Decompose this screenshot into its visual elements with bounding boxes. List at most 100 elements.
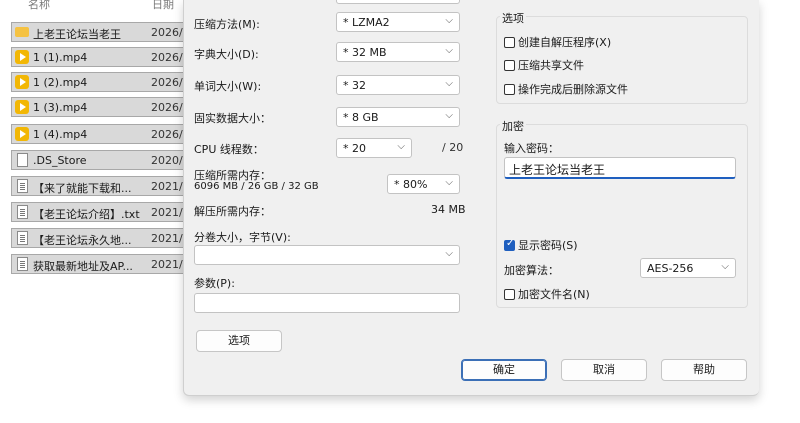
file-icon	[17, 153, 28, 167]
text-file-icon	[17, 179, 28, 193]
checkbox-box	[504, 84, 515, 95]
file-row[interactable]: 【老王论坛永久地... 2021/	[11, 228, 193, 248]
file-name: 1 (4).mp4	[33, 128, 88, 141]
options-group-title: 选项	[500, 10, 526, 26]
cpu-threads-value: * 20	[343, 142, 366, 155]
file-date: 2020/	[151, 154, 183, 167]
encryption-method-label: 加密算法：	[504, 264, 559, 277]
file-date: 2021/	[151, 206, 183, 219]
file-row[interactable]: 【来了就能下载和... 2021/	[11, 176, 193, 196]
dictionary-size-select[interactable]: * 32 MB ⌵	[336, 42, 460, 62]
encrypt-filenames-checkbox[interactable]: 加密文件名(N)	[504, 286, 590, 302]
sfx-checkbox-label: 创建自解压程序(X)	[518, 36, 612, 49]
file-name: 【老王论坛永久地...	[33, 234, 132, 247]
file-row[interactable]: 1 (1).mp4 2026/	[11, 47, 193, 67]
compression-method-value: * LZMA2	[343, 16, 390, 29]
video-icon	[15, 127, 29, 141]
help-button[interactable]: 帮助	[661, 359, 747, 381]
file-date: 2021/	[151, 258, 183, 271]
file-row[interactable]: 1 (2).mp4 2026/	[11, 72, 193, 92]
file-row[interactable]: 1 (3).mp4 2026/	[11, 97, 193, 117]
word-size-select[interactable]: * 32 ⌵	[336, 75, 460, 95]
chevron-down-icon: ⌵	[445, 110, 453, 121]
file-name: .DS_Store	[33, 154, 87, 167]
file-row[interactable]: 上老王论坛当老王 2026/	[11, 22, 193, 42]
column-header-name[interactable]: 名称	[28, 0, 50, 12]
add-to-archive-dialog: 压缩方法(M): * LZMA2 ⌵ 字典大小(D): * 32 MB ⌵ 单词…	[183, 0, 759, 396]
password-value: 上老王论坛当老王	[509, 163, 606, 177]
file-date: 2021/	[151, 180, 183, 193]
file-list: 名称 日期 上老王论坛当老王 2026/ 1 (1).mp4 2026/ 1 (…	[0, 0, 193, 423]
folder-icon	[15, 27, 29, 37]
solid-block-size-value: * 8 GB	[343, 111, 379, 124]
memory-percent-value: * 80%	[394, 178, 428, 191]
file-name: 1 (3).mp4	[33, 101, 88, 114]
solid-block-size-select[interactable]: * 8 GB ⌵	[336, 107, 460, 127]
chevron-down-icon: ⌵	[445, 15, 453, 26]
text-file-icon	[17, 231, 28, 245]
archive-format-field[interactable]	[336, 0, 460, 4]
dictionary-size-value: * 32 MB	[343, 46, 387, 59]
options-button[interactable]: 选项	[196, 330, 282, 352]
file-date: 2021/	[151, 232, 183, 245]
word-size-label: 单词大小(W):	[194, 80, 262, 93]
checkbox-box	[504, 289, 515, 300]
checkbox-checked-icon	[504, 238, 515, 251]
checkbox-box	[504, 37, 515, 48]
chevron-down-icon: ⌵	[445, 45, 453, 56]
file-date: 2026/	[151, 101, 183, 114]
solid-block-size-label: 固实数据大小：	[194, 112, 271, 125]
shared-files-checkbox[interactable]: 压缩共享文件	[504, 57, 584, 73]
cancel-button[interactable]: 取消	[561, 359, 647, 381]
dictionary-size-label: 字典大小(D):	[194, 48, 259, 61]
encryption-group-title: 加密	[500, 118, 526, 134]
delete-source-checkbox-label: 操作完成后删除源文件	[518, 83, 628, 96]
show-password-label: 显示密码(S)	[518, 239, 578, 252]
file-name: 1 (1).mp4	[33, 51, 88, 64]
cpu-threads-label: CPU 线程数：	[194, 143, 264, 156]
column-header-date[interactable]: 日期	[152, 0, 174, 12]
file-row[interactable]: 1 (4).mp4 2026/	[11, 124, 193, 144]
file-date: 2026/	[151, 26, 183, 39]
video-icon	[15, 100, 29, 114]
chevron-down-icon: ⌵	[721, 261, 729, 272]
memory-compress-detail: 6096 MB / 26 GB / 32 GB	[194, 181, 319, 192]
compression-method-select[interactable]: * LZMA2 ⌵	[336, 12, 460, 32]
encryption-method-select[interactable]: AES-256 ⌵	[640, 258, 736, 278]
video-icon	[15, 75, 29, 89]
encryption-method-value: AES-256	[647, 262, 694, 275]
show-password-checkbox[interactable]: 显示密码(S)	[504, 237, 578, 253]
memory-decompress-value: 34 MB	[431, 203, 466, 216]
chevron-down-icon: ⌵	[445, 248, 453, 259]
word-size-value: * 32	[343, 79, 366, 92]
password-input[interactable]: 上老王论坛当老王	[504, 157, 736, 179]
cpu-threads-select[interactable]: * 20 ⌵	[336, 138, 412, 158]
compression-method-label: 压缩方法(M):	[194, 18, 260, 31]
split-volume-label: 分卷大小，字节(V):	[194, 231, 291, 244]
delete-source-checkbox[interactable]: 操作完成后删除源文件	[504, 81, 628, 97]
chevron-down-icon: ⌵	[445, 78, 453, 89]
text-file-icon	[17, 205, 28, 219]
parameters-label: 参数(P):	[194, 277, 235, 290]
file-name: 获取最新地址及AP...	[33, 260, 133, 273]
file-date: 2026/	[151, 128, 183, 141]
split-volume-select[interactable]: ⌵	[194, 245, 460, 265]
parameters-input[interactable]	[194, 293, 460, 313]
file-list-header: 名称 日期	[0, 0, 185, 12]
file-row[interactable]: .DS_Store 2020/	[11, 150, 193, 170]
file-name: 1 (2).mp4	[33, 76, 88, 89]
file-name: 【来了就能下载和...	[33, 182, 132, 195]
password-label: 输入密码：	[504, 142, 559, 155]
file-date: 2026/	[151, 51, 183, 64]
encrypt-filenames-label: 加密文件名(N)	[518, 288, 590, 301]
file-row[interactable]: 【老王论坛介绍】.txt 2021/	[11, 202, 193, 222]
file-name: 【老王论坛介绍】.txt	[33, 208, 140, 221]
sfx-checkbox[interactable]: 创建自解压程序(X)	[504, 34, 611, 50]
video-icon	[15, 50, 29, 64]
memory-decompress-label: 解压所需内存：	[194, 205, 271, 218]
file-row[interactable]: 获取最新地址及AP... 2021/	[11, 254, 193, 274]
cpu-threads-max: / 20	[442, 141, 464, 154]
ok-button[interactable]: 确定	[461, 359, 547, 381]
shared-files-checkbox-label: 压缩共享文件	[518, 59, 584, 72]
memory-percent-select[interactable]: * 80% ⌵	[387, 174, 460, 194]
